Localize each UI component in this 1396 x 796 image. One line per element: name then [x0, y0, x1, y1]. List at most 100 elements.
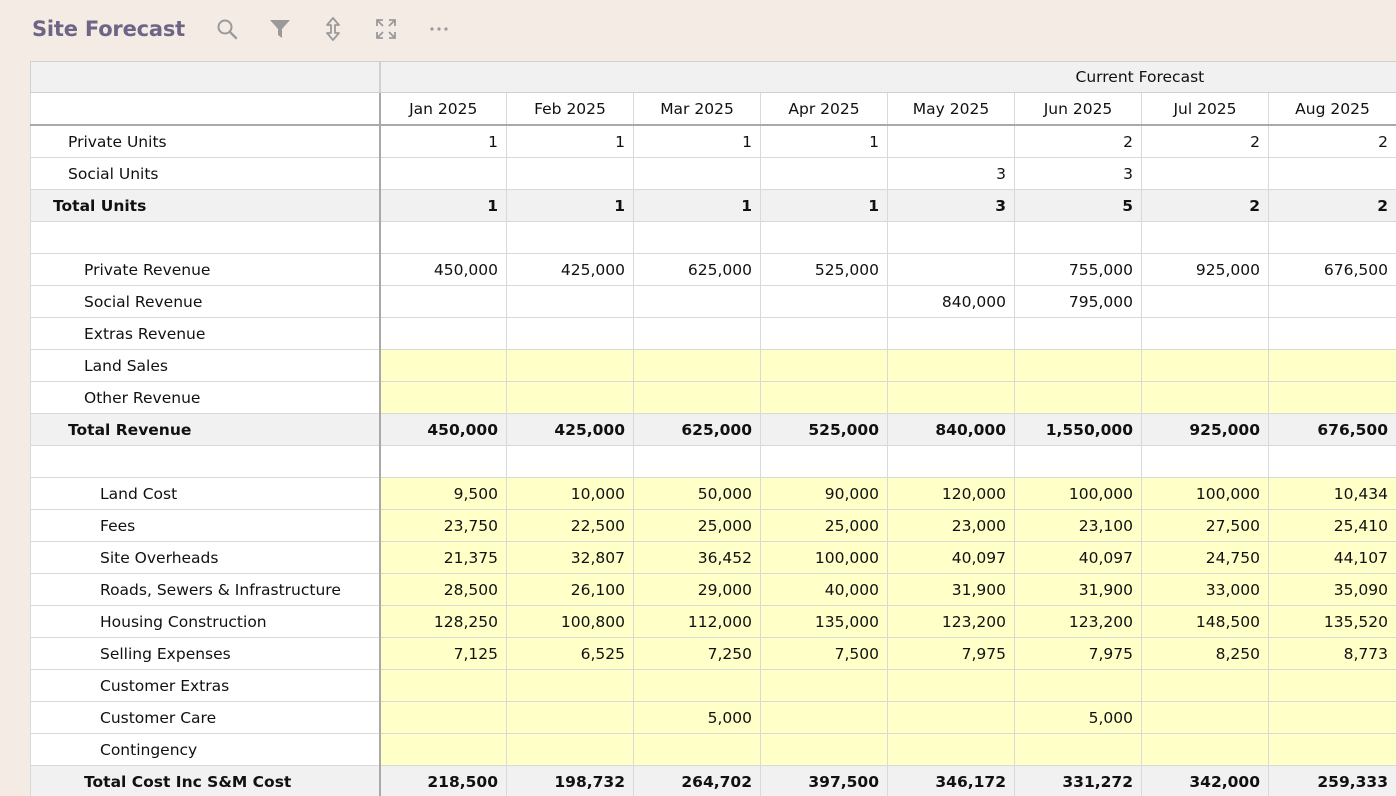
column-header[interactable]: May 2025	[887, 92, 1015, 126]
data-cell[interactable]: 100,000	[1141, 477, 1269, 510]
data-cell[interactable]: 31,900	[1014, 573, 1142, 606]
data-cell[interactable]: 40,097	[1014, 541, 1142, 574]
data-cell[interactable]	[1014, 349, 1142, 382]
data-cell[interactable]	[760, 701, 888, 734]
data-cell[interactable]	[633, 669, 761, 702]
data-cell[interactable]	[506, 349, 634, 382]
data-cell[interactable]: 100,000	[760, 541, 888, 574]
data-cell[interactable]: 10,000	[506, 477, 634, 510]
data-cell[interactable]	[1014, 733, 1142, 766]
data-cell[interactable]	[1141, 349, 1269, 382]
column-header[interactable]: Aug 2025	[1268, 92, 1396, 126]
data-cell[interactable]: 50,000	[633, 477, 761, 510]
data-cell[interactable]: 7,500	[760, 637, 888, 670]
data-cell[interactable]: 5,000	[1014, 701, 1142, 734]
data-cell[interactable]	[887, 381, 1015, 414]
data-cell[interactable]: 26,100	[506, 573, 634, 606]
data-cell[interactable]	[760, 349, 888, 382]
column-header[interactable]: Mar 2025	[633, 92, 761, 126]
data-cell[interactable]	[887, 669, 1015, 702]
data-cell[interactable]: 7,975	[887, 637, 1015, 670]
data-cell[interactable]: 90,000	[760, 477, 888, 510]
data-cell[interactable]: 7,250	[633, 637, 761, 670]
data-cell[interactable]: 36,452	[633, 541, 761, 574]
data-cell[interactable]	[379, 669, 507, 702]
data-cell[interactable]	[1141, 669, 1269, 702]
data-cell[interactable]: 44,107	[1268, 541, 1396, 574]
data-cell[interactable]	[760, 381, 888, 414]
data-cell[interactable]	[1014, 381, 1142, 414]
data-cell[interactable]: 8,250	[1141, 637, 1269, 670]
data-cell[interactable]	[1268, 349, 1396, 382]
data-cell[interactable]: 112,000	[633, 605, 761, 638]
data-cell[interactable]: 120,000	[887, 477, 1015, 510]
data-cell[interactable]	[1268, 733, 1396, 766]
column-header[interactable]: Jan 2025	[379, 92, 507, 126]
column-header[interactable]: Jun 2025	[1014, 92, 1142, 126]
data-cell[interactable]	[1268, 381, 1396, 414]
data-cell[interactable]	[379, 381, 507, 414]
data-cell[interactable]	[633, 349, 761, 382]
data-cell[interactable]	[760, 733, 888, 766]
filter-icon[interactable]	[268, 17, 292, 41]
data-cell[interactable]	[379, 733, 507, 766]
data-cell[interactable]: 33,000	[1141, 573, 1269, 606]
data-cell[interactable]: 27,500	[1141, 509, 1269, 542]
data-cell[interactable]: 7,975	[1014, 637, 1142, 670]
data-cell[interactable]: 123,200	[1014, 605, 1142, 638]
column-header[interactable]: Apr 2025	[760, 92, 888, 126]
data-cell[interactable]	[506, 669, 634, 702]
data-cell[interactable]: 7,125	[379, 637, 507, 670]
fullscreen-icon[interactable]	[374, 17, 398, 41]
data-cell[interactable]	[379, 701, 507, 734]
expand-rows-icon[interactable]	[321, 17, 345, 41]
data-cell[interactable]	[1268, 701, 1396, 734]
column-header[interactable]: Feb 2025	[506, 92, 634, 126]
data-cell[interactable]	[1014, 669, 1142, 702]
data-cell[interactable]: 40,097	[887, 541, 1015, 574]
data-cell[interactable]: 148,500	[1141, 605, 1269, 638]
data-cell[interactable]: 23,100	[1014, 509, 1142, 542]
data-cell[interactable]: 25,000	[760, 509, 888, 542]
data-cell[interactable]	[633, 733, 761, 766]
search-icon[interactable]	[215, 17, 239, 41]
data-cell[interactable]	[633, 381, 761, 414]
data-cell[interactable]: 40,000	[760, 573, 888, 606]
data-cell[interactable]: 6,525	[506, 637, 634, 670]
data-cell[interactable]: 23,000	[887, 509, 1015, 542]
data-cell[interactable]	[506, 701, 634, 734]
data-cell[interactable]: 128,250	[379, 605, 507, 638]
data-cell[interactable]: 135,520	[1268, 605, 1396, 638]
data-cell[interactable]: 31,900	[887, 573, 1015, 606]
data-cell[interactable]: 10,434	[1268, 477, 1396, 510]
data-cell[interactable]	[887, 733, 1015, 766]
data-cell[interactable]: 25,000	[633, 509, 761, 542]
data-cell[interactable]: 123,200	[887, 605, 1015, 638]
data-cell[interactable]	[760, 669, 888, 702]
data-cell[interactable]: 28,500	[379, 573, 507, 606]
data-cell[interactable]	[887, 349, 1015, 382]
data-cell[interactable]: 23,750	[379, 509, 507, 542]
data-cell[interactable]: 100,000	[1014, 477, 1142, 510]
data-cell[interactable]: 100,800	[506, 605, 634, 638]
data-cell[interactable]: 8,773	[1268, 637, 1396, 670]
data-cell[interactable]: 32,807	[506, 541, 634, 574]
data-cell[interactable]: 21,375	[379, 541, 507, 574]
data-cell[interactable]	[506, 733, 634, 766]
data-cell[interactable]	[1141, 733, 1269, 766]
data-cell[interactable]: 35,090	[1268, 573, 1396, 606]
data-cell[interactable]: 24,750	[1141, 541, 1269, 574]
data-cell[interactable]	[887, 701, 1015, 734]
data-cell[interactable]	[506, 381, 634, 414]
data-cell[interactable]: 22,500	[506, 509, 634, 542]
data-cell[interactable]	[1268, 669, 1396, 702]
data-cell[interactable]: 25,410	[1268, 509, 1396, 542]
data-cell[interactable]	[379, 349, 507, 382]
data-cell[interactable]	[1141, 381, 1269, 414]
data-cell[interactable]: 135,000	[760, 605, 888, 638]
data-cell[interactable]	[1141, 701, 1269, 734]
column-header[interactable]: Jul 2025	[1141, 92, 1269, 126]
data-cell[interactable]: 9,500	[379, 477, 507, 510]
data-cell[interactable]: 5,000	[633, 701, 761, 734]
data-cell[interactable]: 29,000	[633, 573, 761, 606]
